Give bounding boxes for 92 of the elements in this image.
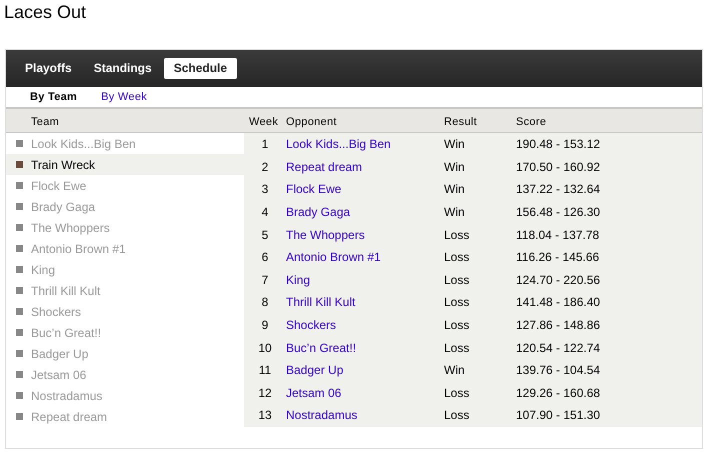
column-header: Team xyxy=(30,114,60,130)
square-icon xyxy=(16,371,23,378)
score-cell-text: 141.48 - 186.40 xyxy=(516,294,602,312)
score-cell-text: 190.48 - 153.12 xyxy=(516,136,602,154)
week-cell-text: 5 xyxy=(260,226,270,244)
week-cell-text: 11 xyxy=(258,362,272,380)
opponent-link[interactable]: Look Kids...Big Ben xyxy=(286,137,391,152)
team-name: Nostradamus xyxy=(31,388,102,404)
square-icon xyxy=(16,182,23,189)
score-cell-text: 139.76 - 104.54 xyxy=(516,362,602,380)
team-name: King xyxy=(31,262,56,278)
square-icon xyxy=(16,245,23,252)
score-cell-text: 129.26 - 160.68 xyxy=(516,384,602,402)
result-cell-text: Loss xyxy=(444,317,470,334)
week-cell-text: 6 xyxy=(260,249,270,266)
team-name: Flock Ewe xyxy=(31,178,86,194)
week-cell-text: 4 xyxy=(260,204,270,222)
result-cell-text: Win xyxy=(444,362,466,380)
result-cell-text: Loss xyxy=(444,384,470,402)
tab[interactable]: Standings xyxy=(84,58,162,79)
opponent-link[interactable]: Jetsam 06 xyxy=(286,386,342,400)
week-cell-text: 3 xyxy=(260,181,270,198)
team-name: The Whoppers xyxy=(31,220,110,236)
result-cell-text: Win xyxy=(444,204,466,222)
square-icon xyxy=(16,308,23,315)
result-cell-text: Loss xyxy=(444,226,470,244)
week-cell-text: 7 xyxy=(260,272,270,289)
score-cell-text: 156.48 - 126.30 xyxy=(516,204,602,222)
result-cell-text: Win xyxy=(444,158,466,176)
team-name: Badger Up xyxy=(31,346,88,362)
result-cell-text: Win xyxy=(444,136,466,154)
team-name: Shockers xyxy=(31,304,82,320)
team-name: Buc’n Great!! xyxy=(31,324,102,342)
score-cell-text: 127.86 - 148.86 xyxy=(516,317,602,334)
square-icon xyxy=(16,140,23,147)
square-icon xyxy=(16,287,23,294)
subtab[interactable]: By Team xyxy=(20,88,88,106)
team-name: Jetsam 06 xyxy=(31,366,86,384)
square-icon xyxy=(16,203,23,210)
score-cell-text: 124.70 - 220.56 xyxy=(516,272,602,289)
team-name: Brady Gaga xyxy=(31,198,96,216)
result-cell-text: Loss xyxy=(444,272,470,289)
square-icon xyxy=(16,350,23,357)
week-cell-text: 2 xyxy=(260,158,270,176)
team-item[interactable]: Train Wreck xyxy=(6,154,244,175)
square-icon xyxy=(16,329,23,336)
score-cell-text: 170.50 - 160.92 xyxy=(516,158,602,176)
week-cell-text: 8 xyxy=(260,294,270,312)
opponent-link[interactable]: King xyxy=(286,272,310,287)
week-cell-text: 12 xyxy=(257,384,273,402)
team-name: Train Wreck xyxy=(31,156,96,174)
result-cell-text: Loss xyxy=(444,407,470,424)
opponent-link[interactable]: Repeat dream xyxy=(286,160,362,174)
opponent-link[interactable]: Nostradamus xyxy=(286,408,358,422)
result-cell-text: Loss xyxy=(444,249,470,266)
score-cell-text: 107.90 - 151.30 xyxy=(516,407,602,424)
opponent-link[interactable]: Badger Up xyxy=(286,363,344,378)
week-cell-text: 9 xyxy=(260,317,270,334)
score-cell-text: 118.04 - 137.78 xyxy=(516,226,600,244)
column-header: Week xyxy=(248,114,280,130)
tab[interactable]: Schedule xyxy=(164,58,238,79)
result-cell-text: Loss xyxy=(444,294,470,312)
square-icon xyxy=(16,413,23,420)
square-icon xyxy=(16,161,23,168)
page-title: Laces Out xyxy=(3,1,88,24)
team-name: Look Kids...Big Ben xyxy=(31,136,136,152)
team-name: Antonio Brown #1 xyxy=(31,240,126,258)
square-icon xyxy=(16,392,23,399)
week-cell-text: 10 xyxy=(257,340,273,357)
week-cell-text: 1 xyxy=(260,136,270,154)
square-icon xyxy=(16,224,23,231)
opponent-link[interactable]: Brady Gaga xyxy=(286,205,350,220)
column-header: Opponent xyxy=(286,114,338,130)
score-cell-text: 120.54 - 122.74 xyxy=(516,340,602,357)
score-cell-text: 116.26 - 145.66 xyxy=(516,249,600,266)
opponent-link[interactable]: Antonio Brown #1 xyxy=(286,250,381,264)
opponent-link[interactable]: Buc’n Great!! xyxy=(286,340,356,355)
opponent-link[interactable]: The Whoppers xyxy=(286,228,365,242)
opponent-link[interactable]: Thrill Kill Kult xyxy=(286,295,356,310)
result-cell-text: Win xyxy=(444,181,466,198)
team-name: Thrill Kill Kult xyxy=(31,282,100,300)
opponent-link[interactable]: Shockers xyxy=(286,318,336,332)
score-cell-text: 137.22 - 132.64 xyxy=(516,181,602,198)
tab[interactable]: Playoffs xyxy=(15,58,82,79)
week-cell-text: 13 xyxy=(257,407,273,424)
square-icon xyxy=(16,266,23,273)
column-header: Score xyxy=(516,114,548,130)
subtab[interactable]: By Week xyxy=(91,88,158,106)
result-cell-text: Loss xyxy=(444,340,470,357)
opponent-link[interactable]: Flock Ewe xyxy=(286,182,342,196)
team-name: Repeat dream xyxy=(31,408,108,426)
column-header: Result xyxy=(444,114,478,130)
